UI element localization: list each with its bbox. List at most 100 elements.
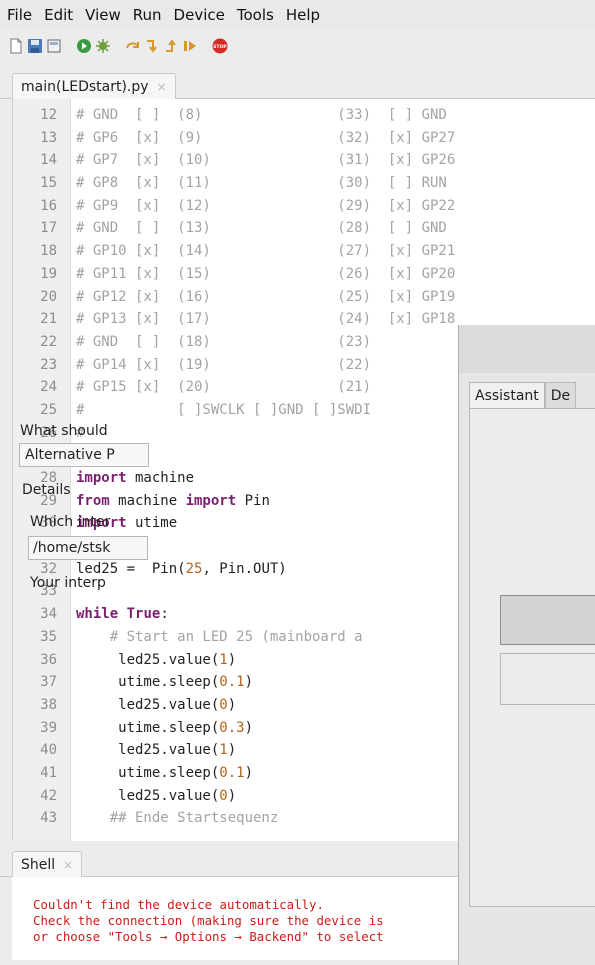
code-text: # GP11 [x] (15) (26) [x] GP20 [76, 263, 455, 286]
shell-tab[interactable]: Shell × [12, 851, 83, 877]
code-text: # Start an LED 25 (mainboard a [76, 626, 363, 649]
dialog-question: What should [20, 423, 108, 439]
menu-run[interactable]: Run [126, 6, 167, 24]
code-token: # GND [ ] (18) (23) [76, 333, 372, 350]
configure-interpreter-dialog: Assistant De [458, 325, 595, 965]
code-token: # GP14 [x] (19) (22) [76, 356, 372, 373]
code-token: 0 [219, 787, 228, 804]
code-text: ## Ende Startsequenz [76, 807, 279, 830]
step-over-icon[interactable] [125, 38, 141, 54]
code-token: 1 [219, 651, 228, 668]
code-token: # Start an LED 25 (mainboard a [109, 628, 363, 645]
code-token: True [126, 606, 161, 623]
code-token: 0.1 [219, 764, 245, 781]
code-token: import [76, 470, 127, 486]
code-text: led25 = Pin(25, Pin.OUT) [76, 558, 287, 581]
code-token: 0.1 [219, 674, 245, 691]
tab-close-icon[interactable]: × [157, 80, 167, 94]
open-icon[interactable] [46, 38, 62, 54]
code-token: # GP6 [x] (9) (32) [x] GP27 [76, 129, 456, 146]
code-text: # GP13 [x] (17) (24) [x] GP18 [76, 308, 455, 331]
code-token: 0.3 [219, 719, 245, 736]
interpreter-select[interactable]: Alternative P [19, 443, 149, 467]
resume-icon[interactable] [182, 38, 198, 54]
code-text: utime.sleep(0.1) [76, 671, 253, 694]
dialog-option-button[interactable] [500, 595, 595, 645]
shell-error-line: or choose "Tools → Options → Backend" to… [33, 929, 384, 944]
code-token: ## Ende Startsequenz [109, 810, 279, 827]
new-file-icon[interactable] [8, 38, 24, 54]
menu-edit[interactable]: Edit [37, 6, 78, 24]
code-token: ) [244, 764, 254, 781]
save-icon[interactable] [27, 38, 43, 54]
dialog-option-button-2[interactable] [500, 653, 595, 705]
menu-device[interactable]: Device [167, 6, 230, 24]
code-token: import [185, 492, 237, 509]
run-icon[interactable] [76, 38, 92, 54]
code-token: ) [227, 742, 237, 759]
editor-tab-label: main(LEDstart).py [21, 78, 149, 95]
code-text: # GND [ ] (8) (33) [ ] GND [76, 104, 447, 127]
menu-bar: File Edit View Run Device Tools Help [0, 0, 595, 30]
menu-file[interactable]: File [0, 6, 37, 24]
line-number: 42 [40, 787, 57, 804]
editor-tab[interactable]: main(LEDstart).py × [12, 73, 176, 99]
code-token: 25 [185, 560, 203, 577]
code-token: # GP9 [x] (12) (29) [x] GP22 [76, 197, 456, 214]
code-line: 13 # GP6 [x] (9) (32) [x] GP27 [13, 127, 595, 150]
line-number: 38 [40, 696, 57, 713]
line-number: 34 [40, 606, 57, 623]
code-text: while True: [76, 603, 169, 626]
code-token: # GP8 [x] (11) (30) [ ] RUN [76, 175, 447, 192]
code-text: # [ ]SWCLK [ ]GND [ ]SWDI [76, 399, 371, 422]
line-number: 15 [40, 175, 57, 192]
debug-icon[interactable] [95, 38, 111, 54]
code-token: # GP7 [x] (10) (31) [x] GP26 [76, 152, 456, 169]
code-text: # GND [ ] (13) (28) [ ] GND [76, 217, 447, 240]
line-number: 41 [40, 764, 57, 781]
code-token: led25.value( [76, 651, 220, 668]
menu-help[interactable]: Help [279, 6, 325, 24]
line-number: 23 [40, 356, 57, 373]
code-text: # GP9 [x] (12) (29) [x] GP22 [76, 195, 455, 218]
code-token: utime.sleep( [76, 764, 220, 781]
shell-error-line: Couldn't find the device automatically. [33, 897, 324, 912]
code-text: led25.value(0) [76, 785, 236, 808]
code-text: # GP8 [x] (11) (30) [ ] RUN [76, 172, 447, 195]
code-token: led25.value( [76, 696, 220, 713]
code-text: led25.value(1) [76, 739, 236, 762]
line-number: 14 [40, 152, 57, 169]
code-token: ) [244, 674, 254, 691]
code-token: # GND [ ] (13) (28) [ ] GND [76, 220, 447, 237]
line-number: 16 [40, 197, 57, 214]
code-token: # GP11 [x] (15) (26) [x] GP20 [76, 265, 456, 282]
step-into-icon[interactable] [144, 38, 160, 54]
interpreter-path-field[interactable]: /home/stsk [28, 536, 148, 560]
code-token: # GP13 [x] (17) (24) [x] GP18 [76, 311, 456, 328]
tab-details[interactable]: De [544, 382, 577, 409]
menu-view[interactable]: View [78, 6, 126, 24]
code-text: # GP6 [x] (9) (32) [x] GP27 [76, 127, 455, 150]
svg-text:STOP: STOP [213, 44, 227, 50]
code-token: utime.sleep( [76, 719, 220, 736]
line-number: 13 [40, 129, 57, 146]
code-text: # GP7 [x] (10) (31) [x] GP26 [76, 149, 455, 172]
line-number: 18 [40, 243, 57, 260]
line-number: 37 [40, 674, 57, 691]
step-out-icon[interactable] [163, 38, 179, 54]
line-number: 19 [40, 265, 57, 282]
tab-close-icon[interactable]: × [63, 858, 73, 872]
code-text: led25.value(0) [76, 694, 236, 717]
shell-panel[interactable]: Couldn't find the device automatically. … [12, 877, 458, 960]
stop-icon[interactable]: STOP [212, 38, 228, 54]
code-text: # GP12 [x] (16) (25) [x] GP19 [76, 286, 455, 309]
menu-tools[interactable]: Tools [230, 6, 279, 24]
tab-assistant[interactable]: Assistant [469, 382, 545, 409]
code-token: led25.value( [76, 742, 220, 759]
code-text: import machine [76, 467, 194, 490]
code-token: machine [109, 492, 186, 509]
dialog-title-bar [459, 325, 595, 373]
code-token: ) [227, 651, 237, 668]
code-text: # GP10 [x] (14) (27) [x] GP21 [76, 240, 455, 263]
